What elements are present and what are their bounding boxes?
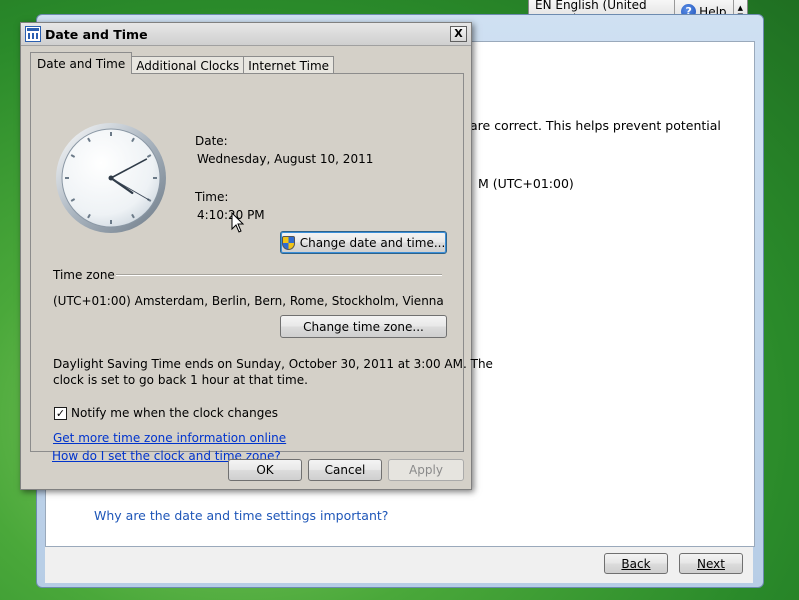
- timezone-group-divider: [116, 274, 442, 276]
- change-time-zone-label: Change time zone...: [303, 319, 424, 334]
- time-label: Time:: [195, 190, 229, 204]
- date-label: Date:: [195, 134, 228, 148]
- timezone-value: (UTC+01:00) Amsterdam, Berlin, Bern, Rom…: [53, 294, 444, 308]
- tab-date-and-time[interactable]: Date and Time: [30, 52, 133, 74]
- ok-label: OK: [256, 463, 274, 477]
- change-date-time-label: Change date and time...: [299, 235, 446, 250]
- tab-panel: Date: Wednesday, August 10, 2011 Time: 4…: [30, 73, 493, 452]
- tab-strip: Date and Time Additional Clocks Internet…: [30, 52, 335, 74]
- change-time-zone-button[interactable]: Change time zone...: [280, 315, 447, 338]
- tab-additional-clocks[interactable]: Additional Clocks: [131, 56, 245, 74]
- dialog-titlebar[interactable]: Date and Time X: [21, 23, 471, 46]
- more-timezone-info-link[interactable]: Get more time zone information online: [53, 431, 286, 445]
- change-date-time-button[interactable]: Change date and time...: [280, 231, 447, 254]
- next-button[interactable]: Next: [679, 553, 743, 574]
- analog-clock: [56, 123, 166, 233]
- setup-timezone-text: M (UTC+01:00): [478, 176, 574, 191]
- tab-internet-time[interactable]: Internet Time: [243, 56, 335, 74]
- back-button[interactable]: Back: [604, 553, 668, 574]
- dst-line-2: clock is set to go back 1 hour at that t…: [53, 373, 308, 387]
- setup-footer: Back Next: [45, 547, 753, 583]
- uac-shield-icon: [281, 235, 295, 250]
- close-button[interactable]: X: [450, 26, 467, 42]
- cancel-label: Cancel: [324, 463, 366, 477]
- dialog-title: Date and Time: [45, 26, 148, 42]
- dst-line-1: Daylight Saving Time ends on Sunday, Oct…: [53, 357, 493, 371]
- date-value: Wednesday, August 10, 2011: [197, 152, 374, 166]
- next-button-label: Next: [697, 556, 725, 571]
- date-time-dialog: Date and Time X Date and Time Additional…: [20, 22, 493, 490]
- ok-button[interactable]: OK: [228, 459, 302, 481]
- notify-checkbox[interactable]: ✓: [54, 407, 67, 420]
- timezone-group-label: Time zone: [53, 268, 115, 282]
- calendar-icon: [25, 26, 41, 42]
- clock-center: [108, 175, 114, 181]
- cancel-button[interactable]: Cancel: [308, 459, 382, 481]
- back-button-label: Back: [621, 556, 651, 571]
- setup-description: are correct. This helps prevent potentia…: [470, 118, 721, 133]
- notify-label[interactable]: Notify me when the clock changes: [71, 406, 278, 420]
- why-important-link[interactable]: Why are the date and time settings impor…: [94, 508, 388, 523]
- mouse-pointer-icon: [231, 212, 245, 233]
- chevron-up-icon: ▲: [737, 3, 743, 12]
- apply-button[interactable]: Apply: [388, 459, 464, 481]
- apply-label: Apply: [409, 463, 443, 477]
